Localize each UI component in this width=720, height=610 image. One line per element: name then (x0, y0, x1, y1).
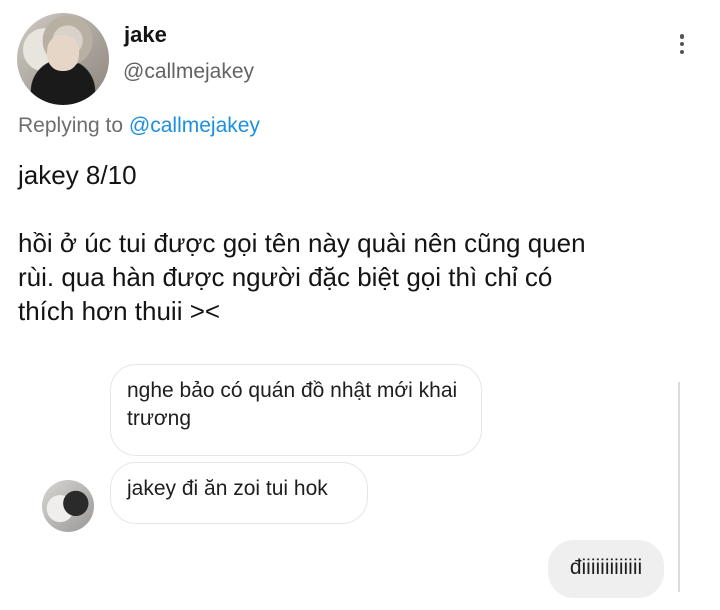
friend-avatar (42, 480, 94, 532)
more-vertical-icon[interactable] (670, 32, 694, 56)
sent-message-bubble: điiiiiiiiiiiii (548, 540, 664, 598)
received-message-bubble: jakey đi ăn zoi tui hok (110, 462, 368, 524)
chat-screenshot: nghe bảo có quán đồ nhật mới khai trương… (0, 356, 720, 610)
tweet-line: jakey 8/10 (18, 160, 137, 190)
received-message-bubble: nghe bảo có quán đồ nhật mới khai trương (110, 364, 482, 456)
tweet-header: jake @callmejakey (0, 0, 720, 112)
tweet-line: thích hơn thuii >< (18, 296, 221, 326)
tweet-line: hồi ở úc tui được gọi tên này quài nên c… (18, 228, 586, 258)
tweet-line: rùi. qua hàn được người đặc biệt gọi thì… (18, 262, 553, 292)
replying-label: Replying to (18, 114, 129, 137)
display-name[interactable]: jake (124, 22, 167, 48)
replying-mention-link[interactable]: @callmejakey (129, 114, 260, 137)
user-avatar[interactable] (17, 13, 109, 105)
replying-to-line: Replying to @callmejakey (18, 114, 260, 138)
user-handle[interactable]: @callmejakey (123, 60, 254, 84)
tweet-body: jakey 8/10 hồi ở úc tui được gọi tên này… (18, 158, 708, 328)
scrollbar[interactable] (678, 382, 680, 592)
